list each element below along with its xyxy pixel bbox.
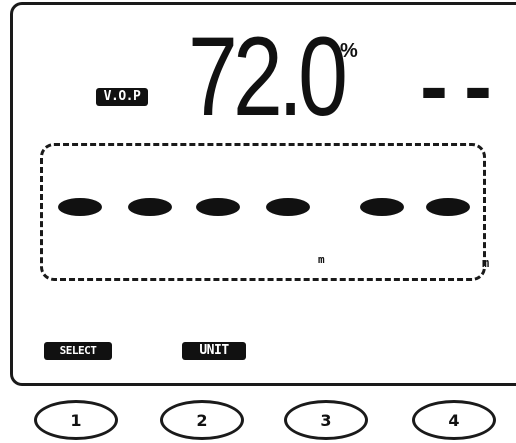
main-readout-value: 72.0 — [188, 14, 348, 139]
segment-6 — [426, 198, 470, 216]
segment-4 — [266, 198, 310, 216]
segment-row — [58, 198, 478, 222]
unit-softkey-label: UNIT — [182, 342, 246, 360]
key-4-button[interactable]: 4 — [412, 400, 496, 440]
key-3-button[interactable]: 3 — [284, 400, 368, 440]
key-2-button[interactable]: 2 — [160, 400, 244, 440]
function-key-row: 1 2 3 4 — [0, 400, 516, 443]
edge-unit-label: m — [482, 256, 490, 270]
segment-5 — [360, 198, 404, 216]
main-readout-unit: % — [340, 40, 358, 62]
inner-unit-label: m — [318, 253, 325, 266]
segment-1 — [58, 198, 102, 216]
segment-2 — [128, 198, 172, 216]
segment-3 — [196, 198, 240, 216]
secondary-readout: -- — [420, 39, 508, 133]
vop-badge: V.O.P — [96, 88, 148, 106]
key-1-button[interactable]: 1 — [34, 400, 118, 440]
select-softkey-label: SELECT — [44, 342, 112, 360]
